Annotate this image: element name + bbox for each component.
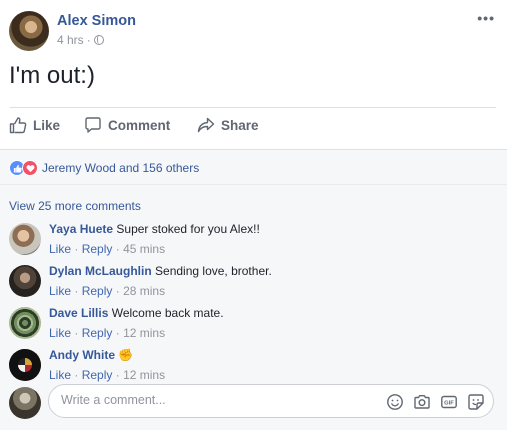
comment-item: Dave Lillis Welcome back mate. Like · Re… <box>9 305 499 345</box>
comment-composer[interactable]: GIF <box>48 384 494 418</box>
comment-meta: Like · Reply · 12 mins <box>49 368 166 382</box>
comment-time[interactable]: 12 mins <box>123 326 165 340</box>
comment-body: Andy White ✊ <box>49 347 133 363</box>
comment-item: Yaya Huete Super stoked for you Alex!! L… <box>9 221 499 261</box>
commenter-name[interactable]: Dave Lillis <box>49 306 108 320</box>
comment-meta: Like · Reply · 28 mins <box>49 284 166 298</box>
commenter-name[interactable]: Andy White <box>49 348 115 362</box>
comment-like-link[interactable]: Like <box>49 368 71 382</box>
comment-text: Super stoked for you Alex!! <box>116 222 260 236</box>
like-button[interactable]: Like <box>9 116 60 134</box>
meta-dot: · <box>86 33 91 47</box>
share-arrow-icon <box>197 117 215 133</box>
comment-meta: Like · Reply · 45 mins <box>49 242 166 256</box>
author-name[interactable]: Alex Simon <box>57 13 136 29</box>
comment-time[interactable]: 45 mins <box>123 242 165 256</box>
comment-input[interactable] <box>61 393 361 407</box>
thumbs-up-icon <box>9 117 27 134</box>
comment-time[interactable]: 12 mins <box>123 368 165 382</box>
comment-body: Dave Lillis Welcome back mate. <box>49 305 224 321</box>
comments-section: Jeremy Wood and 156 others View 25 more … <box>0 149 507 430</box>
love-reaction-icon <box>22 160 38 176</box>
composer-icons: GIF <box>386 393 485 411</box>
commenter-avatar[interactable] <box>9 307 41 339</box>
svg-text:GIF: GIF <box>444 401 454 407</box>
comment-text: Welcome back mate. <box>111 306 224 320</box>
comment-reply-link[interactable]: Reply <box>82 326 113 340</box>
post-actions: Like Comment Share <box>0 116 507 142</box>
view-more-comments-link[interactable]: View 25 more comments <box>9 199 141 213</box>
divider <box>10 107 496 108</box>
comment-item: Andy White ✊ Like · Reply · 12 mins <box>9 347 499 387</box>
author-avatar[interactable] <box>9 11 49 51</box>
commenter-avatar[interactable] <box>9 265 41 297</box>
share-label: Share <box>221 117 259 133</box>
comment-body: Yaya Huete Super stoked for you Alex!! <box>49 221 260 237</box>
comment-label: Comment <box>108 117 171 133</box>
sticker-icon[interactable] <box>467 393 485 411</box>
comment-like-link[interactable]: Like <box>49 284 71 298</box>
divider <box>0 184 507 185</box>
current-user-avatar <box>9 387 41 419</box>
comment-button[interactable]: Comment <box>84 116 170 134</box>
post-time[interactable]: 4 hrs <box>57 33 84 47</box>
comment-like-link[interactable]: Like <box>49 326 71 340</box>
gif-icon[interactable]: GIF <box>440 393 458 411</box>
post-card: Alex Simon 4 hrs · ••• I'm out:) Like Co… <box>0 0 507 430</box>
comment-reply-link[interactable]: Reply <box>82 368 113 382</box>
commenter-name[interactable]: Dylan McLaughlin <box>49 264 152 278</box>
post-text: I'm out:) <box>9 62 95 89</box>
globe-icon[interactable] <box>93 35 104 45</box>
commenter-avatar[interactable] <box>9 223 41 255</box>
comment-reply-link[interactable]: Reply <box>82 242 113 256</box>
comment-icon <box>85 117 101 133</box>
like-label: Like <box>33 117 61 133</box>
comment-meta: Like · Reply · 12 mins <box>49 326 166 340</box>
commenter-avatar[interactable] <box>9 349 41 381</box>
comment-like-link[interactable]: Like <box>49 242 71 256</box>
emoji-icon[interactable] <box>386 393 404 411</box>
share-button[interactable]: Share <box>197 116 259 134</box>
comment-time[interactable]: 28 mins <box>123 284 165 298</box>
post-meta: 4 hrs · <box>57 33 104 47</box>
comment-text: Sending love, brother. <box>155 264 272 278</box>
comment-body: Dylan McLaughlin Sending love, brother. <box>49 263 272 279</box>
commenter-name[interactable]: Yaya Huete <box>49 222 113 236</box>
reactions-text[interactable]: Jeremy Wood and 156 others <box>42 161 199 175</box>
comment-item: Dylan McLaughlin Sending love, brother. … <box>9 263 499 303</box>
more-options-button[interactable]: ••• <box>477 10 495 26</box>
reactions-summary[interactable]: Jeremy Wood and 156 others <box>9 160 199 176</box>
raised-fist-emoji: ✊ <box>118 348 134 362</box>
comment-reply-link[interactable]: Reply <box>82 284 113 298</box>
camera-icon[interactable] <box>413 393 431 411</box>
